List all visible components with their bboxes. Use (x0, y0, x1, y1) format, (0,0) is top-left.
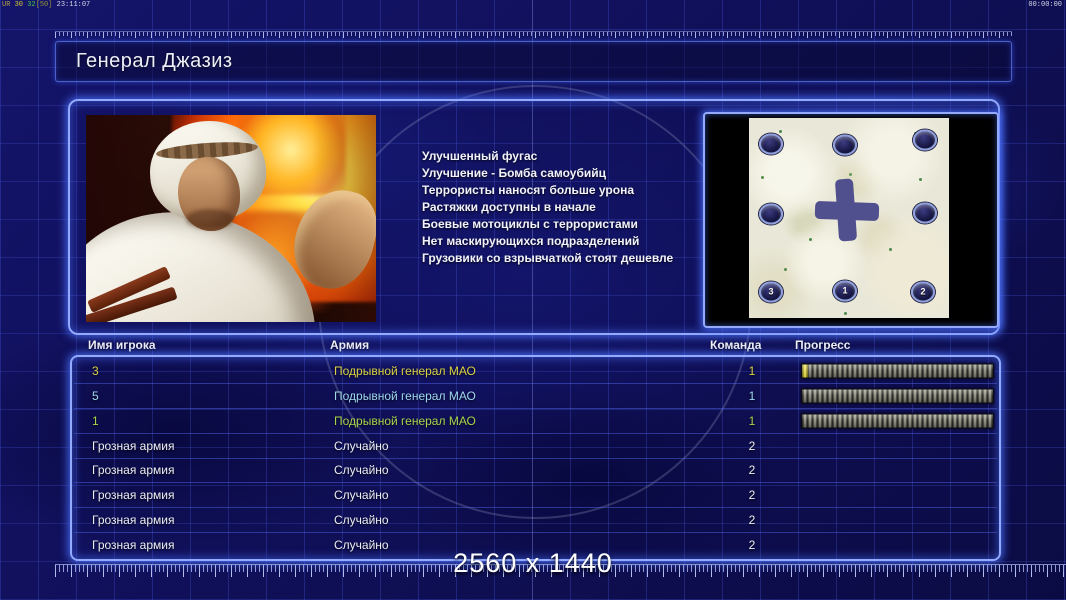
page-title: Генерал Джазиз (76, 50, 233, 72)
debug-counter-part: UR (2, 1, 15, 9)
army-cell: Случайно (334, 438, 389, 453)
team-cell: 2 (748, 488, 756, 503)
army-cell: Подрывной генерал МАО (334, 363, 476, 378)
game-timer: 00:00:00 (1028, 1, 1062, 9)
load-progress-bar (801, 413, 994, 429)
perk-line: Боевые мотоциклы с террористами (422, 217, 638, 231)
load-progress-fill (802, 364, 808, 378)
table-row: Грозная армия Случайно 2 (74, 483, 997, 509)
load-progress-bar (801, 388, 994, 404)
top-ruler-ticks (55, 31, 1012, 38)
map-resource-dots (749, 118, 752, 121)
army-cell: Случайно (334, 488, 389, 503)
team-cell: 2 (748, 463, 756, 478)
start-position-marker: 1 (833, 280, 857, 302)
team-cell: 1 (748, 363, 756, 378)
column-header-player-name: Имя игрока (88, 338, 156, 352)
perk-line: Улучшенный фугас (422, 149, 538, 163)
map-preview-image: 3 1 2 (749, 118, 949, 318)
army-cell: Подрывной генерал МАО (334, 413, 476, 428)
player-name-cell: Грозная армия (92, 488, 175, 503)
debug-counter-part: 30 (14, 1, 28, 9)
start-position-marker: 2 (911, 281, 935, 303)
map-center-cross (834, 178, 858, 242)
army-cell: Случайно (334, 463, 389, 478)
perk-line: Нет маскирующихся подразделений (422, 234, 640, 248)
column-header-army: Армия (330, 338, 370, 352)
table-row: 1 Подрывной генерал МАО 1 (74, 409, 997, 434)
perk-line: Растяжки доступны в начале (422, 200, 596, 214)
player-name-cell: 3 (92, 363, 99, 378)
column-header-progress: Прогресс (795, 338, 851, 352)
perk-line: Улучшение - Бомба самоубийц (422, 166, 606, 180)
player-name-cell: Грозная армия (92, 513, 175, 528)
players-table-panel: 3 Подрывной генерал МАО 1 5 Подрывной генера… (70, 355, 1001, 561)
table-row: Грозная армия Случайно 2 (74, 434, 997, 459)
debug-counter-part: 32 (27, 1, 36, 9)
player-rows: 3 Подрывной генерал МАО 1 5 Подрывной генера… (74, 359, 997, 557)
loading-screen: UR 30 32[50] 23:11:07 00:00:00 Генерал Д… (0, 0, 1066, 600)
debug-counter-part: [50] (35, 1, 53, 9)
start-position-marker: 3 (759, 281, 783, 303)
table-row: Грозная армия Случайно 2 (74, 459, 997, 484)
perk-line: Террористы наносят больше урона (422, 183, 635, 197)
start-position-number: 2 (920, 286, 926, 297)
player-name-cell: 5 (92, 388, 99, 403)
map-preview-panel: 3 1 2 (703, 112, 999, 328)
start-position-marker (913, 202, 937, 224)
team-cell: 2 (748, 513, 756, 528)
team-cell: 1 (748, 388, 756, 403)
table-row: 5 Подрывной генерал МАО 1 (74, 384, 997, 409)
army-cell: Подрывной генерал МАО (334, 388, 476, 403)
debug-counter-part: 23:11:07 (52, 1, 91, 9)
start-position-number: 1 (842, 285, 848, 296)
start-position-marker (759, 133, 783, 155)
player-name-cell: 1 (92, 413, 99, 428)
start-position-marker (759, 203, 783, 225)
table-row: 3 Подрывной генерал МАО 1 (74, 359, 997, 384)
title-bar: Генерал Джазиз (55, 41, 1012, 82)
start-position-marker (913, 129, 937, 151)
debug-counter-text: UR 30 32[50] 23:11:07 (2, 1, 90, 9)
load-progress-bar (801, 363, 994, 379)
perk-line: Грузовики со взрывчаткой стоят дешевле (422, 251, 674, 265)
player-name-cell: Грозная армия (92, 438, 175, 453)
column-header-team: Команда (710, 338, 762, 352)
table-row: Грозная армия Случайно 2 (74, 508, 997, 534)
general-portrait-image (86, 115, 376, 322)
start-position-number: 3 (768, 286, 774, 297)
face-shadow (186, 209, 234, 229)
army-cell: Случайно (334, 513, 389, 528)
general-perks-list: Улучшенный фугас Улучшение - Бомба самоуб… (422, 148, 722, 267)
start-position-marker (833, 134, 857, 156)
team-cell: 1 (748, 413, 756, 428)
team-cell: 2 (748, 438, 756, 453)
player-name-cell: Грозная армия (92, 463, 175, 478)
briefing-panel: Улучшенный фугас Улучшение - Бомба самоуб… (68, 99, 1000, 335)
resolution-label: 2560 x 1440 (453, 548, 613, 578)
